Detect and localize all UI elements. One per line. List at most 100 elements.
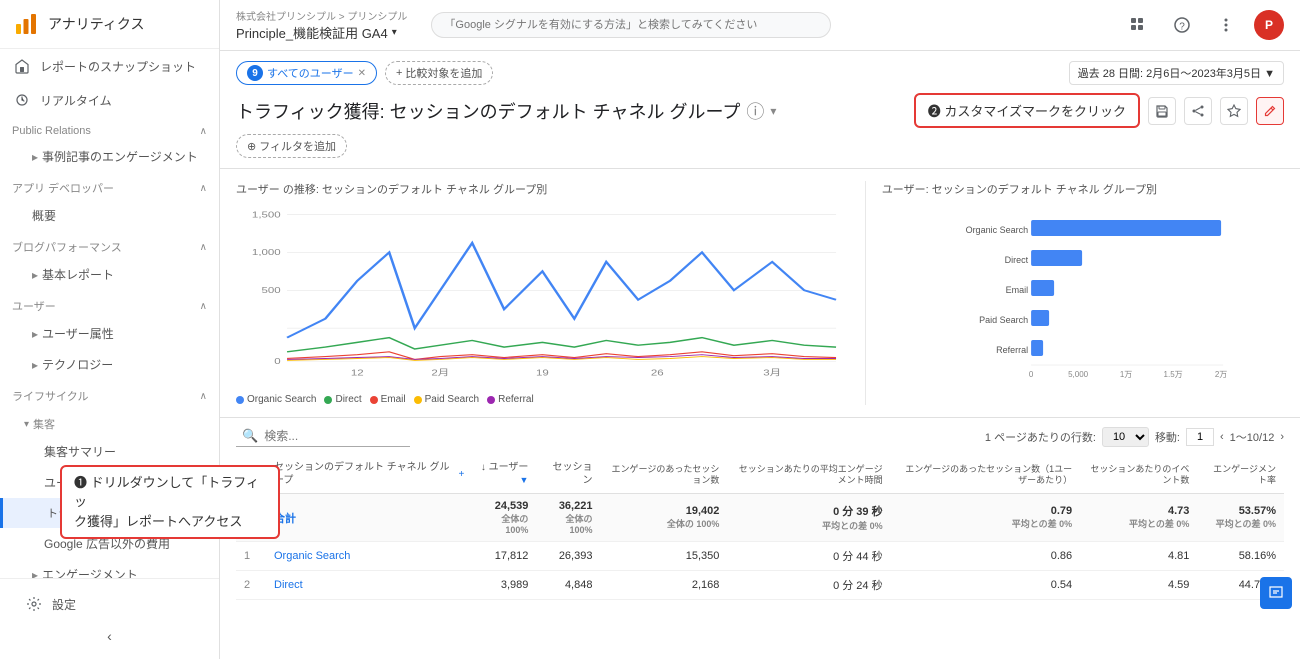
chevron-up-icon: ∧ [200,126,207,137]
rows-per-page: 1 ページあたりの行数: 102550 移動: ‹ 1〜10/12 › [985,427,1284,447]
svg-text:Organic Search: Organic Search [965,225,1028,235]
pagination-info: ‹ [1220,431,1224,443]
sidebar-item-label: 概要 [32,207,56,224]
col-channel-label: セッションのデフォルト チャネル グループ [274,461,455,487]
share-btn[interactable] [1184,97,1212,125]
apps-icon[interactable] [1122,9,1154,41]
chevron-left-icon: ‹ [107,628,112,644]
col-sessions-per-user[interactable]: エンゲージのあったセッション数（1ユーザーあたり） [891,455,1081,494]
sidebar-section-acquisition[interactable]: ▾ 集客 [0,408,219,436]
goto-input[interactable] [1186,428,1214,446]
col-engaged[interactable]: エンゲージのあったセッション数 [600,455,727,494]
pagination-next[interactable]: › [1280,431,1284,443]
account-selector[interactable]: Principle_機能検証用 GA4 ▾ [236,23,407,42]
row-num: 1 [236,542,266,571]
add-comparison-label: 比較対象を追加 [405,65,482,81]
sidebar-item-engagement[interactable]: ▸ エンゲージメント [0,559,219,578]
insights-btn[interactable] [1220,97,1248,125]
svg-text:2万: 2万 [1215,370,1227,379]
report-title-bar: トラフィック獲得: セッションのデフォルト チャネル グループ ⓘ ▾ ❷ カス… [236,93,1284,128]
dropdown-icon[interactable]: ▾ [770,104,776,118]
sidebar-collapse-btn[interactable]: ‹ [12,621,207,651]
legend-email: Email [370,394,406,405]
sidebar-item-app-overview[interactable]: 概要 [0,200,219,231]
col-events-label: セッションあたりのイベント数 [1088,464,1189,487]
row-sess-per-user: 0.86 [891,542,1081,571]
sidebar-section-app-dev[interactable]: アプリ デベロッパー ∧ [0,172,219,200]
info-icon[interactable]: ⓘ [746,98,764,124]
row-evt-per-sess: 4.59 [1080,571,1197,600]
arrow-right-icon: ▸ [32,358,38,372]
report-header: 9 すべてのユーザー ✕ + 比較対象を追加 過去 28 日間: 2月6日〜20… [220,51,1300,169]
total-sessions-pct: 全体の 100% [544,512,592,535]
sidebar-section-users[interactable]: ユーザー ∧ [0,290,219,318]
callout-step1: ❶ ドリルダウンして「トラフィッ ク獲得」レポートへアクセス [220,465,280,540]
sidebar-item-user-attr[interactable]: ▸ ユーザー属性 [0,318,219,349]
row-channel[interactable]: Organic Search [266,542,472,571]
col-users[interactable]: ↓ ユーザー ▼ [472,455,536,494]
sidebar-section-lifecycle[interactable]: ライフサイクル ∧ [0,380,219,408]
svg-text:0: 0 [1029,370,1034,379]
arrow-right-icon: ▸ [32,568,38,579]
table-total-row: 合計 24,539 全体の 100% 36,221 全体の 100% 19,40… [236,494,1284,542]
help-icon[interactable]: ? [1166,9,1198,41]
col-avg-engagement[interactable]: セッションあたりの平均エンゲージメント時間 [727,455,890,494]
sidebar-section-blog[interactable]: ブログパフォーマンス ∧ [0,231,219,259]
col-channel[interactable]: セッションのデフォルト チャネル グループ + [266,455,472,494]
sidebar-item-label: ユーザー属性 [42,325,114,342]
rows-per-page-select[interactable]: 102550 [1102,427,1149,447]
row-users: 17,812 [472,542,536,571]
total-engaged-pct: 全体の 100% [608,517,719,530]
plus-col-icon[interactable]: + [459,468,465,481]
table-search-input[interactable] [264,429,404,443]
sidebar-section-public-relations[interactable]: Public Relations ∧ [0,117,219,141]
feedback-btn[interactable] [1260,577,1292,609]
legend-paid: Paid Search [414,394,479,405]
table-section: 🔍 1 ページあたりの行数: 102550 移動: ‹ 1〜10/12 › [220,418,1300,600]
avatar[interactable]: P [1254,10,1284,40]
sidebar-item-case-engagement[interactable]: ▸ 事例記事のエンゲージメント [0,141,219,172]
section-label: ブログパフォーマンス [12,239,122,255]
sidebar-item-snapshot[interactable]: レポートのスナップショット [0,49,219,83]
col-events-per-session[interactable]: セッションあたりのイベント数 [1080,455,1197,494]
col-sessions[interactable]: セッション [536,455,600,494]
sidebar-item-realtime[interactable]: リアルタイム [0,83,219,117]
total-users: 24,539 全体の 100% [472,494,536,542]
total-sessions: 36,221 全体の 100% [536,494,600,542]
bar-chart-container: ユーザー: セッションのデフォルト チャネル グループ別 Organic Sea… [865,181,1284,405]
line-chart: 1,500 1,000 500 0 12 2月 19 26 3月 [236,205,849,385]
plus-icon: + [396,67,402,79]
col-engagement-rate[interactable]: エンゲージメント率 [1197,455,1284,494]
data-table: セッションのデフォルト チャネル グループ + ↓ ユーザー ▼ セッション [236,455,1284,600]
table-search: 🔍 [236,426,410,447]
all-users-filter[interactable]: 9 すべてのユーザー ✕ [236,61,377,85]
report-content: 9 すべてのユーザー ✕ + 比較対象を追加 過去 28 日間: 2月6日〜20… [220,51,1300,659]
add-comparison-btn[interactable]: + 比較対象を追加 [385,61,493,85]
arrow-right-icon: ▸ [32,268,38,282]
row-channel[interactable]: Direct [266,571,472,600]
table-row: 2 Direct 3,989 4,848 2,168 0 分 24 秒 0.54… [236,571,1284,600]
total-channel: 合計 [266,494,472,542]
edit-btn[interactable] [1256,97,1284,125]
col-avg-engagement-label: セッションあたりの平均エンゲージメント時間 [735,464,882,487]
sidebar-item-label: レポートのスナップショット [40,58,196,75]
add-filter-btn[interactable]: ⊕ フィルタを追加 [236,134,347,158]
svg-text:500: 500 [262,286,282,295]
sidebar-item-technology[interactable]: ▸ テクノロジー [0,349,219,380]
more-icon[interactable] [1210,9,1242,41]
sidebar-item-label: 事例記事のエンゲージメント [42,148,198,165]
analytics-logo [12,10,40,38]
date-range-picker[interactable]: 過去 28 日間: 2月6日〜2023年3月5日 ▼ [1069,61,1284,85]
row-engaged: 2,168 [600,571,727,600]
search-icon: 🔍 [242,428,258,444]
sidebar-item-acquisition-summary[interactable]: 集客サマリー [0,436,219,467]
topbar: 株式会社プリンシプル > プリンシプル Principle_機能検証用 GA4 … [220,0,1300,51]
svg-text:1万: 1万 [1120,370,1132,379]
save-report-btn[interactable] [1148,97,1176,125]
svg-text:Direct: Direct [1004,255,1028,265]
chevron-up-icon: ∧ [200,242,207,253]
sidebar-item-settings[interactable]: 設定 [12,587,207,621]
search-input[interactable] [431,12,831,38]
sidebar-item-basic-report[interactable]: ▸ 基本レポート [0,259,219,290]
svg-text:1,000: 1,000 [252,248,281,257]
